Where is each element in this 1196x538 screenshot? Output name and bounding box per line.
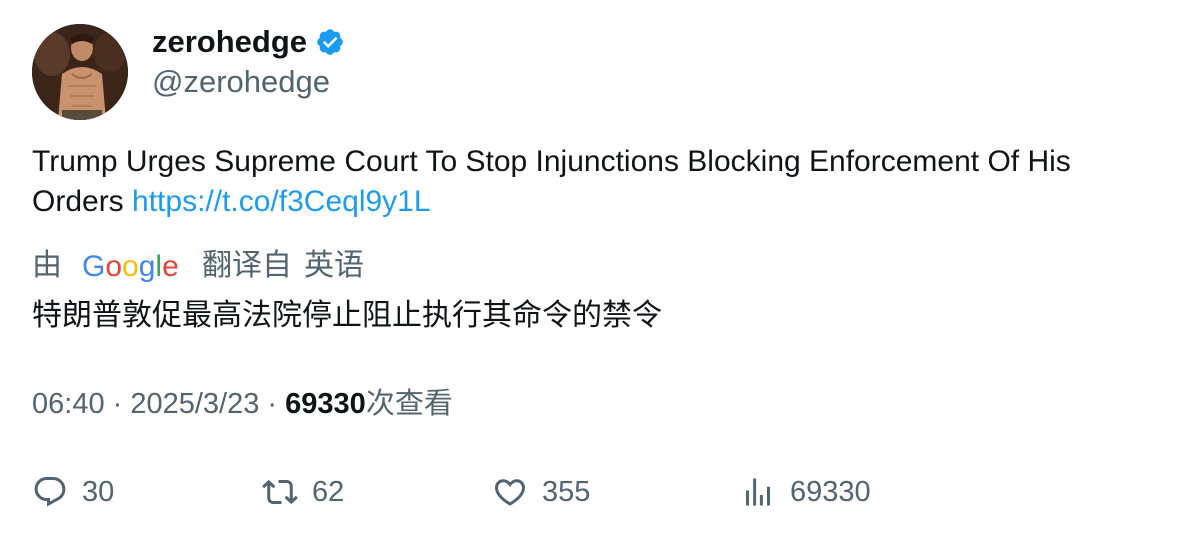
tweet-link[interactable]: https://t.co/f3Ceql9y1L [132,185,431,218]
meta-separator-2: · [259,388,286,420]
translation-attribution[interactable]: 由 Google 翻译自 英语 [32,246,364,286]
google-logo: Google [82,246,180,286]
author-name-row: zerohedge [152,22,345,62]
reply-icon [34,477,66,507]
views-icon [746,478,770,506]
tweet-meta: 06:40 · 2025/3/23 · 69330次查看 [32,384,453,424]
like-button[interactable]: 355 [492,470,590,514]
author-handle[interactable]: @zerohedge [152,62,330,102]
reply-count: 30 [82,475,115,508]
retweet-count: 62 [312,475,345,508]
author-display-name[interactable]: zerohedge [152,22,307,62]
retweet-icon [262,479,298,505]
tweet-date[interactable]: 2025/3/23 [130,388,259,420]
avatar[interactable] [32,24,128,120]
translated-text: 特朗普敦促最高法院停止阻止执行其命令的禁令 [32,299,662,332]
views-action-count: 69330 [790,475,871,508]
verified-badge-icon[interactable] [315,27,345,57]
translation-from-label: 翻译自 [202,249,292,282]
translation-source-language: 英语 [304,249,364,282]
meta-separator: · [104,388,131,420]
like-icon [494,479,526,506]
svg-text:Google: Google [82,250,179,283]
like-count: 355 [542,475,591,508]
views-count: 69330 [285,388,366,420]
views-label: 次查看 [365,388,453,420]
tweet-time[interactable]: 06:40 [32,388,105,420]
translation-prefix: 由 [32,249,62,282]
reply-button[interactable]: 30 [32,470,114,514]
avatar-image [32,24,128,120]
views-button[interactable]: 69330 [740,470,871,514]
retweet-button[interactable]: 62 [262,470,344,514]
tweet-text: Trump Urges Supreme Court To Stop Injunc… [32,142,1162,222]
